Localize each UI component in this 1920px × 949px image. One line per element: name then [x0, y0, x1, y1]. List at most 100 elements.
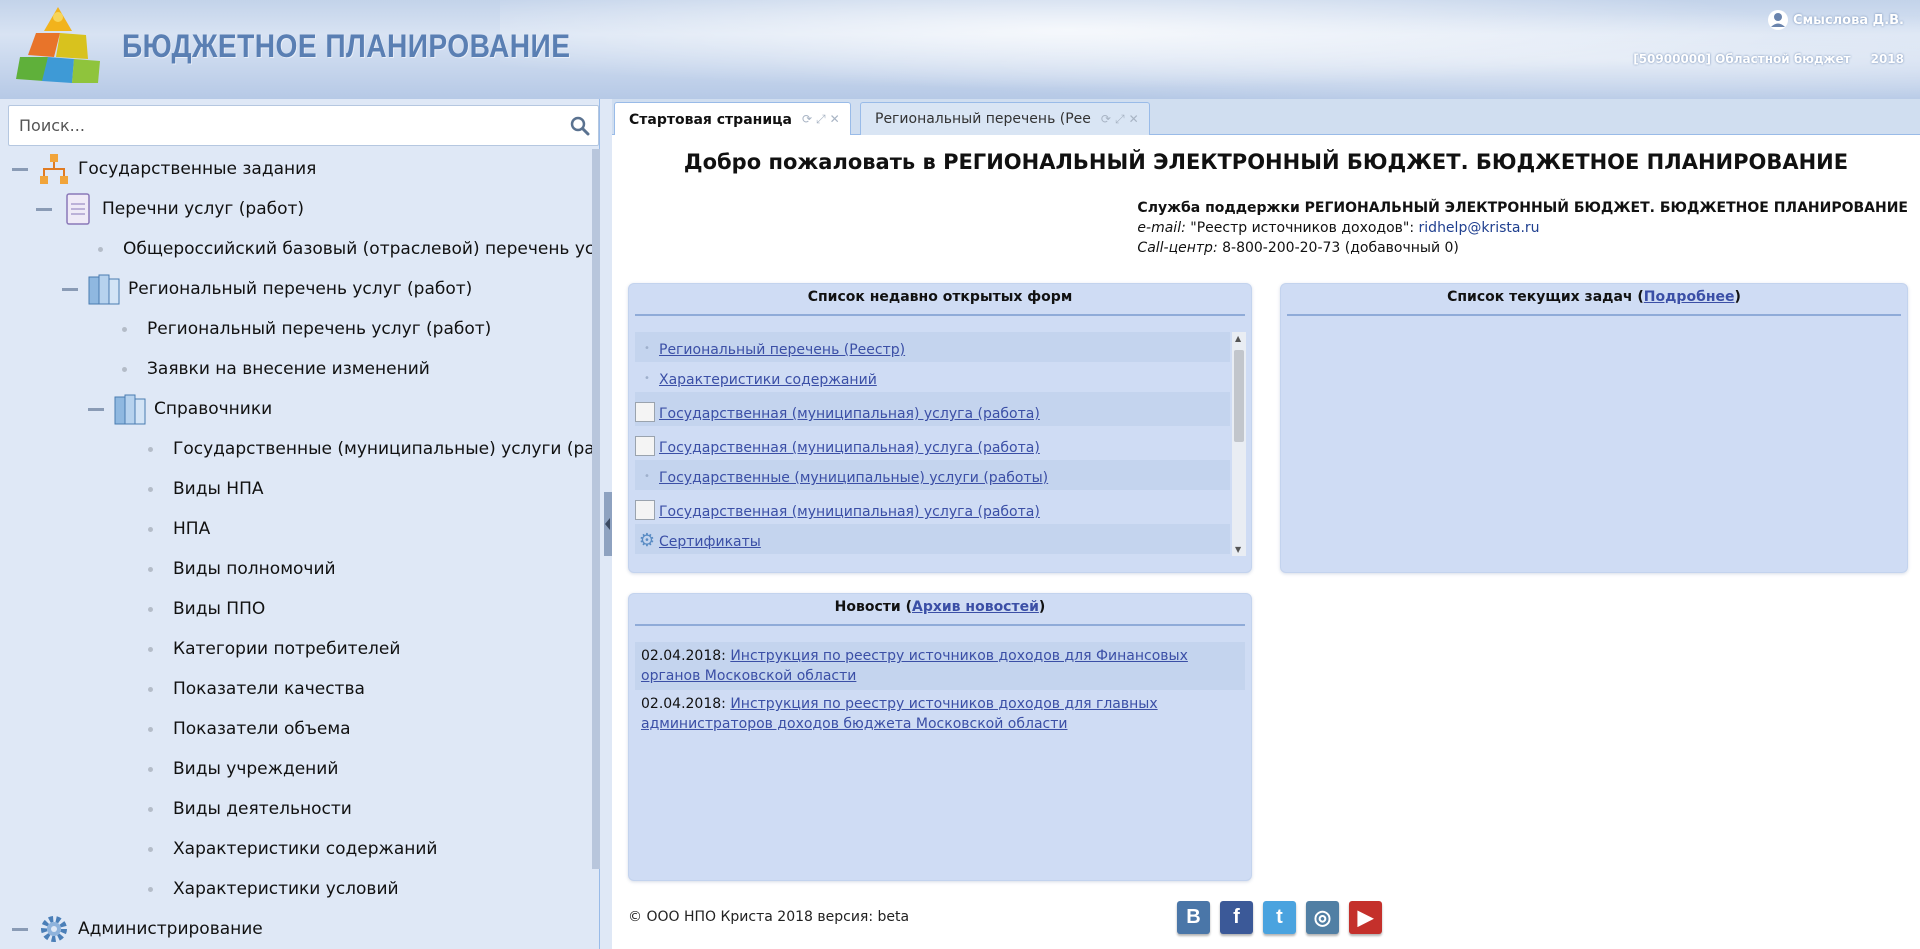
instagram-icon[interactable]: ◎ — [1306, 901, 1339, 934]
welcome-title: Добро пожаловать в РЕГИОНАЛЬНЫЙ ЭЛЕКТРОН… — [683, 150, 1849, 174]
news-item: 02.04.2018: Инструкция по реестру источн… — [635, 690, 1245, 738]
tree-item[interactable]: Государственные (муниципальные) услуги (… — [148, 429, 592, 469]
tree-item[interactable]: Виды ППО — [148, 589, 265, 629]
tree-item[interactable]: Показатели объема — [148, 709, 351, 749]
collapse-toggle-icon[interactable] — [88, 407, 104, 411]
recent-form-item[interactable]: Государственная (муниципальная) услуга (… — [635, 426, 1230, 460]
call-number: 8-800-200-20-73 (добавочный 0) — [1222, 240, 1459, 256]
user-menu[interactable]: Смыслова Д.В. — [1633, 8, 1904, 32]
tree-item[interactable]: Региональный перечень услуг (работ) — [122, 309, 491, 349]
recent-form-item[interactable]: ⚙ Сертификаты — [635, 524, 1230, 554]
recent-form-item[interactable]: • Региональный перечень (Реестр) — [635, 332, 1230, 362]
budget-year: 2018 — [1870, 52, 1904, 66]
tree-item[interactable]: Общероссийский базовый (отраслевой) пере… — [98, 229, 592, 269]
tree-item-label: Виды учреждений — [173, 759, 339, 779]
recent-form-link[interactable]: Региональный перечень (Реестр) — [659, 342, 905, 358]
tree-item-label: Справочники — [154, 399, 273, 419]
tree-item-label: Категории потребителей — [173, 639, 401, 659]
tree-item-label: НПА — [173, 519, 211, 539]
refresh-icon[interactable]: ⟳ — [1101, 112, 1111, 127]
collapse-toggle-icon[interactable] — [62, 287, 78, 291]
scroll-up-icon[interactable]: ▲ — [1235, 334, 1241, 343]
gear-icon — [36, 911, 72, 947]
collapse-toggle-icon[interactable] — [12, 167, 28, 171]
main-area: Стартовая страница ⟳ ⤢ ✕ Региональный пере… — [612, 99, 1920, 949]
tree-item-label: Виды деятельности — [173, 799, 352, 819]
recent-form-link[interactable]: Сертификаты — [659, 534, 761, 550]
expand-icon[interactable]: ⤢ — [816, 112, 826, 127]
panel-collapse-handle[interactable] — [604, 492, 612, 556]
expand-icon[interactable]: ⤢ — [1115, 112, 1125, 127]
close-icon[interactable]: ✕ — [1129, 112, 1139, 127]
tree-item-label: Показатели объема — [173, 719, 351, 739]
refresh-icon[interactable]: ⟳ — [802, 112, 812, 127]
tasks-title-end: ) — [1734, 289, 1741, 305]
recent-form-link[interactable]: Характеристики содержаний — [659, 372, 877, 388]
tree-item[interactable]: Виды НПА — [148, 469, 264, 509]
recent-form-link[interactable]: Государственные (муниципальные) услуги (… — [659, 470, 1048, 486]
scroll-down-icon[interactable]: ▼ — [1235, 545, 1241, 554]
search-icon[interactable] — [568, 114, 592, 138]
email-label: e-mail: — [1137, 220, 1186, 236]
news-archive-link[interactable]: Архив новостей — [912, 599, 1039, 615]
bullet-icon — [148, 486, 153, 492]
tasks-details-link[interactable]: Подробнее — [1644, 289, 1735, 305]
youtube-icon[interactable]: ▶ — [1349, 901, 1382, 934]
copyright-text: © ООО НПО Криста 2018 версия: beta — [628, 909, 910, 925]
recent-form-link[interactable]: Государственная (муниципальная) услуга (… — [659, 504, 1040, 520]
recent-form-item[interactable]: • Государственные (муниципальные) услуги … — [635, 460, 1230, 490]
tree-item[interactable]: Виды деятельности — [148, 789, 352, 829]
tree-item[interactable]: Администрирование — [12, 909, 263, 949]
news-panel: Новости (Архив новостей) 02.04.2018: Инс… — [628, 593, 1252, 881]
tasks-title-text: Список текущих задач ( — [1447, 289, 1644, 305]
tree-item[interactable]: Характеристики условий — [148, 869, 399, 909]
search-input[interactable] — [9, 106, 559, 145]
start-page-content: Добро пожаловать в РЕГИОНАЛЬНЫЙ ЭЛЕКТРОН… — [612, 135, 1920, 949]
app-title: БЮДЖЕТНОЕ ПЛАНИРОВАНИЕ — [122, 28, 571, 64]
facebook-icon[interactable]: f — [1220, 901, 1253, 934]
dot-icon: • — [644, 372, 650, 384]
current-tasks-title: Список текущих задач (Подробнее) — [1281, 284, 1907, 310]
tree-item-label: Виды ППО — [173, 599, 266, 619]
tree-item-label: Перечни услуг (работ) — [102, 199, 305, 219]
tree-item[interactable]: Показатели качества — [148, 669, 365, 709]
tree-item[interactable]: Заявки на внесение изменений — [122, 349, 430, 389]
recent-form-item[interactable]: • Характеристики содержаний — [635, 362, 1230, 392]
tree-item[interactable]: Региональный перечень услуг (работ) — [62, 269, 472, 309]
collapse-toggle-icon[interactable] — [12, 927, 28, 931]
tree-scrollbar[interactable] — [592, 149, 600, 869]
document-icon — [60, 191, 96, 227]
tree-item[interactable]: Государственные задания — [12, 149, 316, 189]
tree-item[interactable]: Характеристики содержаний — [148, 829, 437, 869]
title-divider — [635, 314, 1245, 316]
tree-item[interactable]: Перечни услуг (работ) — [36, 189, 304, 229]
tab-regional-list[interactable]: Региональный перечень (Рее ⟳ ⤢ ✕ — [860, 102, 1150, 135]
recent-form-link[interactable]: Государственная (муниципальная) услуга (… — [659, 406, 1040, 422]
scroll-thumb[interactable] — [1234, 350, 1244, 442]
budget-info: [50900000] Областной бюджет 2018 — [1633, 52, 1904, 66]
collapse-toggle-icon[interactable] — [36, 207, 52, 211]
close-icon[interactable]: ✕ — [830, 112, 840, 127]
tree-item-label: Виды полномочий — [173, 559, 336, 579]
navigation-panel: Государственные задания Перечни услуг (ра… — [0, 99, 600, 949]
tree-item[interactable]: НПА — [148, 509, 210, 549]
bullet-icon — [122, 366, 127, 372]
recent-forms-scrollbar[interactable]: ▲ ▼ — [1232, 332, 1246, 556]
tree-item[interactable]: Справочники — [88, 389, 272, 429]
recent-form-link[interactable]: Государственная (муниципальная) услуга (… — [659, 440, 1040, 456]
twitter-icon[interactable]: t — [1263, 901, 1296, 934]
support-call-line: Call-центр: 8-800-200-20-73 (добавочный … — [1137, 238, 1908, 258]
recent-form-item[interactable]: Государственная (муниципальная) услуга (… — [635, 490, 1230, 524]
tab-label: Региональный перечень (Рее — [875, 111, 1091, 127]
support-email-link[interactable]: ridhelp@krista.ru — [1419, 220, 1540, 236]
bullet-icon — [98, 246, 103, 252]
bullet-icon — [148, 646, 153, 652]
tree-item[interactable]: Категории потребителей — [148, 629, 400, 669]
recent-form-item[interactable]: Государственная (муниципальная) услуга (… — [635, 392, 1230, 426]
tree-item[interactable]: Виды учреждений — [148, 749, 338, 789]
books-icon — [112, 391, 148, 427]
tab-start-page[interactable]: Стартовая страница ⟳ ⤢ ✕ — [614, 102, 851, 136]
tree-item[interactable]: Виды полномочий — [148, 549, 336, 589]
vk-icon[interactable]: B — [1177, 901, 1210, 934]
tree-item-label: Региональный перечень услуг (работ) — [128, 279, 473, 299]
